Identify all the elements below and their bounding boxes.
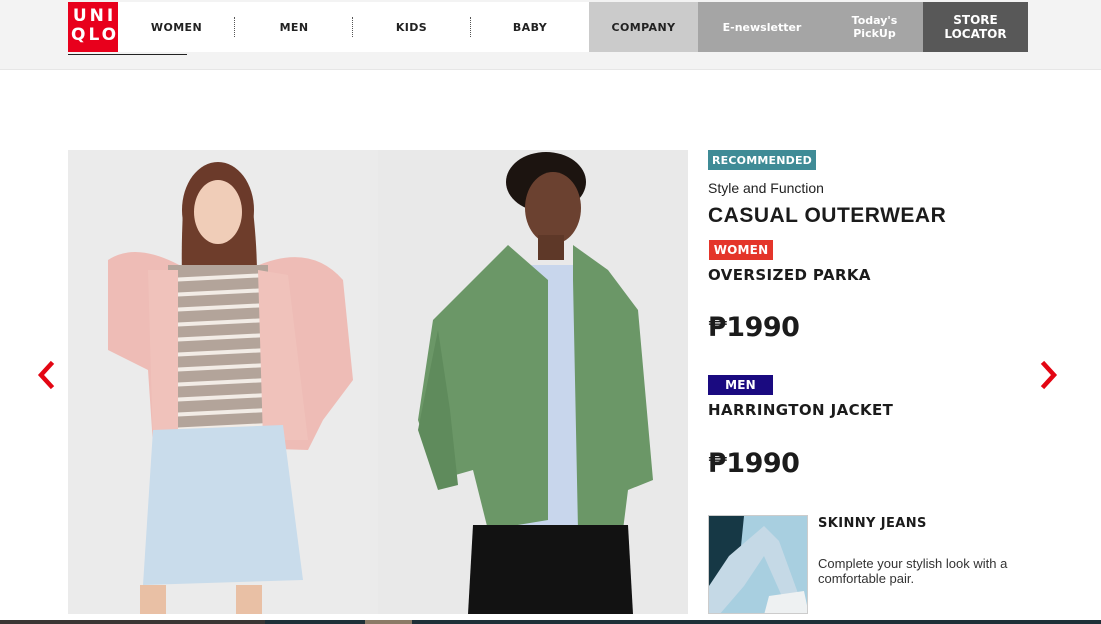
active-indicator <box>68 54 187 55</box>
product-price: ₱1990 <box>708 448 800 479</box>
strip-segment <box>0 620 265 624</box>
skinny-jeans-title[interactable]: SKINNY JEANS <box>818 516 927 531</box>
enewsletter-link[interactable]: E-newsletter <box>698 2 826 52</box>
logo-line-2: QLO <box>71 25 120 45</box>
women-category-badge: WOMEN <box>709 240 773 260</box>
women-model-photo[interactable] <box>68 150 378 614</box>
nav-baby[interactable]: BABY <box>471 2 589 52</box>
product-price: ₱1990 <box>708 312 800 343</box>
carousel-prev-button[interactable] <box>34 358 58 392</box>
logo-line-1: UNI <box>72 6 117 26</box>
strip-segment <box>365 620 412 624</box>
chevron-right-icon <box>1040 360 1058 390</box>
nav-women[interactable]: WOMEN <box>118 2 235 52</box>
men-model-illustration <box>418 152 653 614</box>
uniqlo-logo[interactable]: UNI QLO <box>68 2 118 52</box>
women-model-illustration <box>108 162 353 614</box>
skinny-jeans-thumbnail[interactable] <box>708 515 808 614</box>
men-model-photo[interactable] <box>378 150 688 614</box>
todays-pickup-link[interactable]: Today's PickUp <box>826 2 923 52</box>
men-category-badge: MEN <box>708 375 773 395</box>
product-name-oversized-parka[interactable]: OVERSIZED PARKA <box>708 266 871 284</box>
skinny-jeans-description: Complete your stylish look with a comfor… <box>818 556 1008 586</box>
next-section-edge <box>0 620 1101 624</box>
pickup-line-1: Today's <box>851 14 898 27</box>
jeans-illustration <box>709 516 807 613</box>
pickup-line-2: PickUp <box>853 27 896 40</box>
feature-headline: CASUAL OUTERWEAR <box>708 204 947 227</box>
carousel-next-button[interactable] <box>1037 358 1061 392</box>
feature-subtitle: Style and Function <box>708 180 824 196</box>
store-line-1: STORE <box>953 13 998 27</box>
store-locator-link[interactable]: STORE LOCATOR <box>923 2 1028 52</box>
store-line-2: LOCATOR <box>944 27 1007 41</box>
recommended-badge: RECOMMENDED <box>708 150 816 170</box>
company-link[interactable]: COMPANY <box>589 2 698 52</box>
nav-men[interactable]: MEN <box>235 2 353 52</box>
product-name-harrington-jacket[interactable]: HARRINGTON JACKET <box>708 401 893 419</box>
nav-kids[interactable]: KIDS <box>353 2 470 52</box>
chevron-left-icon <box>37 360 55 390</box>
